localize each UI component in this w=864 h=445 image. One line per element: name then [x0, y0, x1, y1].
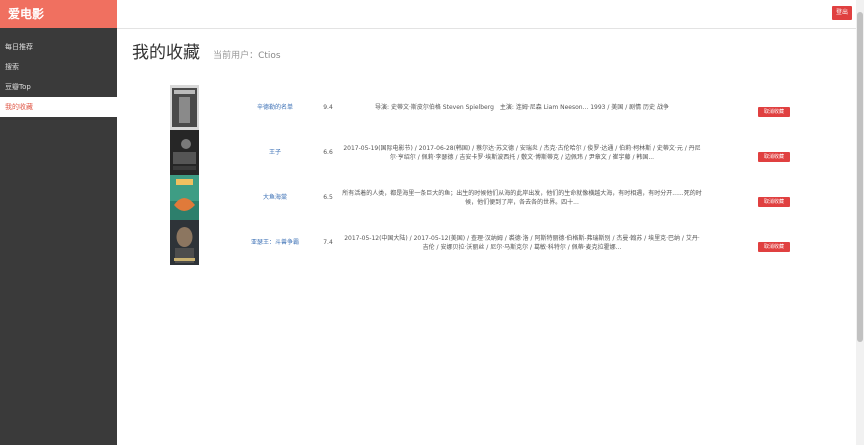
remove-favorite-button[interactable]: 取消收藏: [758, 152, 790, 162]
remove-favorite-button[interactable]: 取消收藏: [758, 242, 790, 252]
movie-rating: 6.6: [323, 149, 333, 156]
current-user-name: Ctios: [258, 51, 281, 61]
movie-row: 大鱼海棠 6.5 所有活着的人类，都是海里一条巨大的鱼；出生的时候他们从海的此岸…: [170, 175, 798, 220]
movie-info: 导演: 史蒂文·斯皮尔伯格 Steven Spielberg 主演: 连姆·尼森…: [375, 104, 669, 111]
movie-title-link[interactable]: 王子: [230, 130, 320, 175]
movie-row: 王子 6.6 2017-05-19(国际电影节) / 2017-06-28(韩国…: [170, 130, 798, 175]
movie-poster[interactable]: [170, 85, 199, 130]
movie-title-link[interactable]: 亚瑟王：斗兽争霸: [230, 220, 320, 265]
remove-favorite-button[interactable]: 取消收藏: [758, 197, 790, 207]
sidebar-item-search[interactable]: 搜索: [0, 57, 117, 77]
logout-button[interactable]: 登出: [832, 6, 852, 20]
movie-rating: 9.4: [323, 104, 333, 111]
page-heading: 我的收藏 当前用户：Ctios: [132, 38, 281, 63]
remove-favorite-button[interactable]: 取消收藏: [758, 107, 790, 117]
movie-poster[interactable]: [170, 175, 199, 220]
scrollbar[interactable]: [856, 0, 864, 445]
movie-poster[interactable]: [170, 130, 199, 175]
page-title: 我的收藏: [132, 43, 200, 63]
scrollbar-thumb[interactable]: [857, 12, 863, 342]
sidebar-item-daily[interactable]: 每日推荐: [0, 37, 117, 57]
current-user-label: 当前用户：: [213, 51, 259, 61]
sidebar-item-douban-top[interactable]: 豆瓣Top: [0, 77, 117, 97]
movie-rating: 7.4: [323, 239, 333, 246]
current-user: 当前用户：Ctios: [213, 51, 281, 61]
movie-title-link[interactable]: 大鱼海棠: [230, 175, 320, 220]
brand-logo[interactable]: 爱电影: [0, 0, 117, 28]
movie-rating: 6.5: [323, 194, 333, 201]
sidebar: 爱电影 每日推荐 搜索 豆瓣Top 我的收藏: [0, 0, 117, 445]
top-bar: 登出: [117, 0, 856, 29]
sidebar-item-favorites[interactable]: 我的收藏: [0, 97, 117, 117]
movie-title-link[interactable]: 辛德勒的名单: [230, 85, 320, 130]
movie-info: 所有活着的人类，都是海里一条巨大的鱼；出生的时候他们从海的此岸出发，他们的生命就…: [342, 189, 702, 206]
favorites-list: 辛德勒的名单 9.4 导演: 史蒂文·斯皮尔伯格 Steven Spielber…: [170, 85, 798, 265]
sidebar-nav: 每日推荐 搜索 豆瓣Top 我的收藏: [0, 37, 117, 117]
movie-row: 亚瑟王：斗兽争霸 7.4 2017-05-12(中国大陆) / 2017-05-…: [170, 220, 798, 265]
movie-info: 2017-05-12(中国大陆) / 2017-05-12(美国) / 查理·汉…: [344, 234, 700, 251]
movie-row: 辛德勒的名单 9.4 导演: 史蒂文·斯皮尔伯格 Steven Spielber…: [170, 85, 798, 130]
movie-info: 2017-05-19(国际电影节) / 2017-06-28(韩国) / 蔡尔达…: [343, 144, 701, 161]
movie-poster[interactable]: [170, 220, 199, 265]
